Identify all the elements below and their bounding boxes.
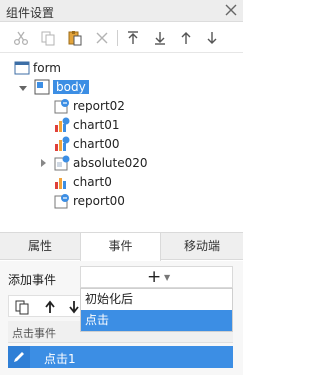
tree-node-report02[interactable]: report02	[54, 97, 125, 115]
edit-icon[interactable]	[8, 346, 30, 368]
chart-icon	[54, 174, 70, 190]
panel-title: 组件设置	[6, 6, 55, 20]
expand-arrow-icon[interactable]	[18, 83, 28, 93]
tree-node-report00[interactable]: report00	[54, 192, 125, 210]
cut-icon[interactable]	[12, 29, 30, 47]
absolute-layout-icon	[54, 155, 70, 171]
dropdown-item-click[interactable]: 点击	[81, 310, 232, 331]
plus-icon: +	[147, 267, 162, 287]
tree-node-body[interactable]: body	[34, 78, 89, 96]
add-event-label: 添加事件	[8, 273, 57, 287]
move-up-icon[interactable]	[177, 29, 195, 47]
tree-node-form[interactable]: form	[14, 59, 61, 77]
arrow-up-icon[interactable]	[41, 298, 59, 316]
tree-node-label: chart0	[73, 175, 112, 189]
chart-icon	[54, 117, 70, 133]
tree-node-absolute020[interactable]: absolute020	[54, 154, 148, 172]
tree-node-chart0[interactable]: chart0	[54, 173, 112, 191]
event-row[interactable]: 点击1	[8, 346, 233, 368]
report-icon	[54, 98, 70, 114]
tree-node-label: absolute020	[73, 156, 148, 170]
collapse-arrow-icon[interactable]	[38, 158, 48, 168]
tree-node-label: chart01	[73, 118, 120, 132]
paste-icon[interactable]	[66, 29, 84, 47]
tree-node-chart00[interactable]: chart00	[54, 135, 119, 153]
form-icon	[14, 60, 30, 76]
tree-node-label: chart00	[73, 137, 120, 151]
component-toolbar	[0, 23, 243, 53]
tree-node-label: report02	[73, 99, 125, 113]
tab-events[interactable]: 事件	[80, 233, 161, 261]
caret-down-icon: ▼	[164, 273, 171, 282]
move-down-icon[interactable]	[203, 29, 221, 47]
tree-node-chart01[interactable]: chart01	[54, 116, 119, 134]
tree-node-label: form	[33, 61, 61, 75]
dropdown-item-after-init[interactable]: 初始化后	[81, 289, 232, 310]
tree-node-label: body	[53, 80, 89, 94]
move-bottom-icon[interactable]	[151, 29, 169, 47]
component-tree: form body report02 chart01 chart00 absol…	[0, 54, 243, 229]
event-panel: 添加事件 + ▼ 点击事件 点击1 初始化后 点击	[0, 261, 243, 375]
tab-mobile[interactable]: 移动端	[161, 233, 243, 260]
copy-icon[interactable]	[13, 298, 31, 316]
delete-icon[interactable]	[93, 29, 111, 47]
body-icon	[34, 79, 50, 95]
event-toolbar	[8, 295, 86, 317]
tab-properties[interactable]: 属性	[0, 233, 80, 260]
panel-header: 组件设置	[0, 0, 243, 22]
settings-tabs: 属性 事件 移动端	[0, 232, 243, 261]
add-event-button[interactable]: + ▼	[80, 266, 233, 288]
toolbar-separator	[117, 30, 118, 46]
event-row-label: 点击1	[44, 352, 76, 366]
close-icon[interactable]	[224, 3, 238, 17]
chart-icon	[54, 136, 70, 152]
copy-icon[interactable]	[39, 29, 57, 47]
tree-node-label: report00	[73, 194, 125, 208]
event-type-dropdown: 初始化后 点击	[80, 288, 233, 332]
event-group-label: 点击事件	[12, 327, 56, 340]
report-icon	[54, 193, 70, 209]
move-top-icon[interactable]	[124, 29, 142, 47]
